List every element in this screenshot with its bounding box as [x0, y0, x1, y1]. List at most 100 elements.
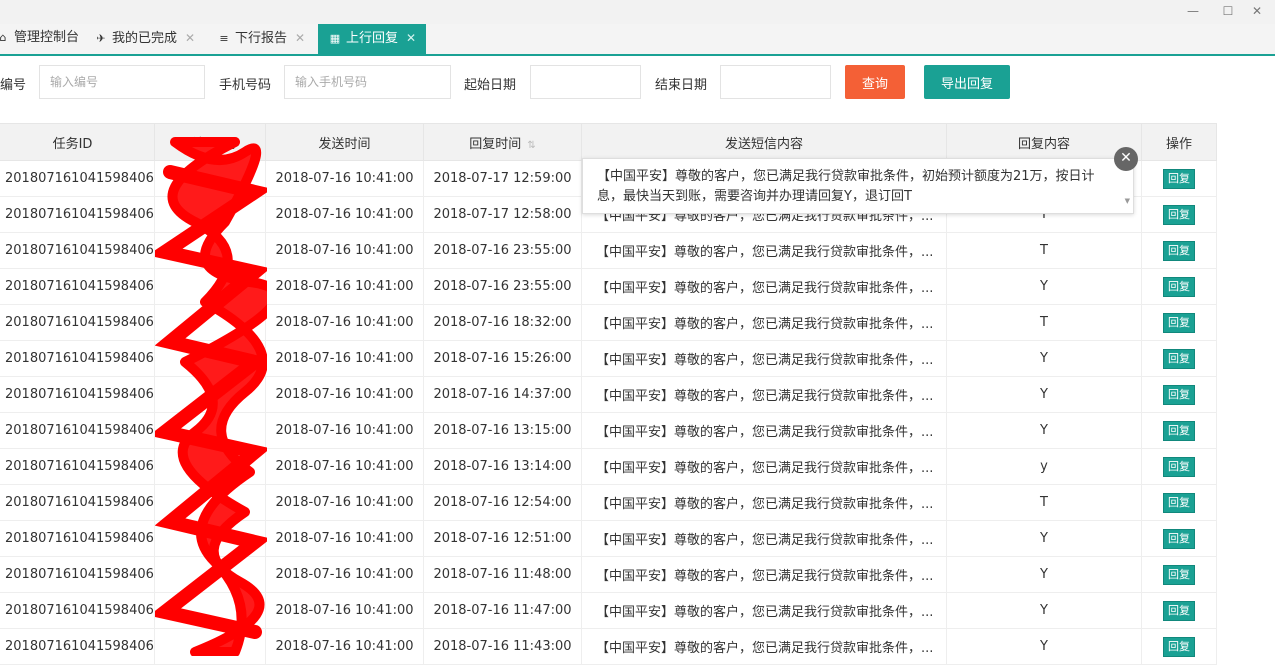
- column-header-phone[interactable]: 手机号码: [154, 123, 266, 161]
- sent-time-cell: 2018-07-16 10:41:00: [265, 160, 424, 197]
- phone-cell: [154, 520, 266, 557]
- tab-uplink-reply[interactable]: ▦ 上行回复 ✕: [318, 24, 427, 54]
- task-id-cell: 201807161041598406: [0, 520, 155, 557]
- reply-button[interactable]: 回复: [1163, 600, 1195, 621]
- reply-time-cell: 2018-07-16 23:55:00: [423, 268, 582, 305]
- phone-input[interactable]: [284, 65, 451, 99]
- table-row[interactable]: 201807161041598406 2018-07-16 10:41:00 201…: [0, 556, 1217, 593]
- column-header-action: 操作: [1141, 123, 1217, 161]
- id-input[interactable]: [39, 65, 205, 99]
- action-cell: 回复: [1141, 340, 1217, 377]
- task-id-cell: 201807161041598406: [0, 304, 155, 341]
- table-row[interactable]: 201807161041598406 2018-07-16 10:41:00 201…: [0, 340, 1217, 377]
- table-row[interactable]: 201807161041598406 2018-07-16 10:41:00 201…: [0, 592, 1217, 629]
- phone-cell: [154, 340, 266, 377]
- sms-content-cell: 【中国平安】尊敬的客户，您已满足我行贷款审批条件，...: [581, 448, 947, 485]
- column-header-sent-time[interactable]: 发送时间: [265, 123, 424, 161]
- phone-cell: [154, 376, 266, 413]
- table-body: 201807161041598406 2018-07-16 10:41:00 201…: [0, 160, 1217, 665]
- reply-button[interactable]: 回复: [1163, 312, 1195, 333]
- table-row[interactable]: 201807161041598406 2018-07-16 10:41:00 201…: [0, 268, 1217, 305]
- tab-label: 管理控制台: [14, 30, 80, 45]
- reply-button[interactable]: 回复: [1163, 204, 1195, 225]
- start-date-input[interactable]: [530, 65, 641, 99]
- table-row[interactable]: 201807161041598406 2018-07-16 10:41:00 201…: [0, 628, 1217, 665]
- reply-content-cell: Y: [946, 340, 1142, 377]
- sent-time-cell: 2018-07-16 10:41:00: [265, 268, 424, 305]
- sent-time-cell: 2018-07-16 10:41:00: [265, 628, 424, 665]
- sent-time-cell: 2018-07-16 10:41:00: [265, 592, 424, 629]
- reply-button[interactable]: 回复: [1163, 240, 1195, 261]
- phone-cell: [154, 304, 266, 341]
- sent-time-cell: 2018-07-16 10:41:00: [265, 340, 424, 377]
- reply-content-cell: y: [946, 448, 1142, 485]
- action-cell: 回复: [1141, 628, 1217, 665]
- sort-icon[interactable]: ⇅: [527, 140, 535, 151]
- tab-dashboard[interactable]: ⌂ 管理控制台: [0, 24, 79, 54]
- sms-content-cell: 【中国平安】尊敬的客户，您已满足我行贷款审批条件，...: [581, 268, 947, 305]
- reply-button[interactable]: 回复: [1163, 168, 1195, 189]
- reply-button[interactable]: 回复: [1163, 492, 1195, 513]
- sms-content-cell: 【中国平安】尊敬的客户，您已满足我行贷款审批条件，...: [581, 376, 947, 413]
- column-header-label: 回复时间: [469, 136, 522, 152]
- reply-time-cell: 2018-07-16 12:51:00: [423, 520, 582, 557]
- send-icon: ✈: [96, 32, 106, 45]
- column-header-sms-content[interactable]: 发送短信内容: [581, 123, 947, 161]
- sent-time-cell: 2018-07-16 10:41:00: [265, 484, 424, 521]
- reply-button[interactable]: 回复: [1163, 420, 1195, 441]
- table-icon: ▦: [329, 32, 341, 45]
- export-replies-button[interactable]: 导出回复: [924, 65, 1010, 99]
- reply-button[interactable]: 回复: [1163, 528, 1195, 549]
- task-id-cell: 201807161041598406: [0, 340, 155, 377]
- action-cell: 回复: [1141, 484, 1217, 521]
- scroll-down-icon[interactable]: ▼: [1125, 191, 1130, 211]
- table-row[interactable]: 201807161041598406 2018-07-16 10:41:00 201…: [0, 448, 1217, 485]
- action-cell: 回复: [1141, 448, 1217, 485]
- reply-button[interactable]: 回复: [1163, 456, 1195, 477]
- reply-time-cell: 2018-07-17 12:59:00: [423, 160, 582, 197]
- table-row[interactable]: 201807161041598406 2018-07-16 10:41:00 201…: [0, 304, 1217, 341]
- maximize-icon[interactable]: ☐: [1213, 0, 1243, 24]
- reply-time-cell: 2018-07-16 23:55:00: [423, 232, 582, 269]
- table-row[interactable]: 201807161041598406 2018-07-16 10:41:00 201…: [0, 376, 1217, 413]
- reply-button[interactable]: 回复: [1163, 564, 1195, 585]
- sent-time-cell: 2018-07-16 10:41:00: [265, 196, 424, 233]
- close-icon[interactable]: ✕: [1114, 147, 1138, 171]
- reply-time-cell: 2018-07-16 13:14:00: [423, 448, 582, 485]
- reply-content-cell: T: [946, 484, 1142, 521]
- action-cell: 回复: [1141, 160, 1217, 197]
- reply-button[interactable]: 回复: [1163, 636, 1195, 657]
- task-id-cell: 201807161041598406: [0, 628, 155, 665]
- end-date-label: 结束日期: [655, 78, 708, 93]
- task-id-cell: 201807161041598406: [0, 556, 155, 593]
- column-header-reply-content[interactable]: 回复内容: [946, 123, 1142, 161]
- close-window-icon[interactable]: ✕: [1242, 0, 1272, 24]
- table-row[interactable]: 201807161041598406 2018-07-16 10:41:00 201…: [0, 412, 1217, 449]
- tab-downlink-report[interactable]: ≡ 下行报告 ✕: [217, 24, 305, 54]
- reply-button[interactable]: 回复: [1163, 276, 1195, 297]
- task-id-cell: 201807161041598406: [0, 196, 155, 233]
- close-icon[interactable]: ✕: [185, 31, 195, 45]
- reply-button[interactable]: 回复: [1163, 348, 1195, 369]
- sms-content-cell: 【中国平安】尊敬的客户，您已满足我行贷款审批条件，...: [581, 412, 947, 449]
- tab-completed[interactable]: ✈ 我的已完成 ✕: [94, 24, 195, 54]
- close-icon[interactable]: ✕: [295, 31, 305, 45]
- tab-label: 我的已完成: [112, 31, 178, 46]
- query-button[interactable]: 查询: [845, 65, 905, 99]
- table-row[interactable]: 201807161041598406 2018-07-16 10:41:00 201…: [0, 484, 1217, 521]
- end-date-input[interactable]: [720, 65, 831, 99]
- action-cell: 回复: [1141, 376, 1217, 413]
- column-header-reply-time[interactable]: 回复时间 ⇅: [423, 123, 582, 161]
- sms-content-cell: 【中国平安】尊敬的客户，您已满足我行贷款审批条件，...: [581, 340, 947, 377]
- phone-cell: [154, 160, 266, 197]
- sent-time-cell: 2018-07-16 10:41:00: [265, 556, 424, 593]
- reply-button[interactable]: 回复: [1163, 384, 1195, 405]
- minimize-icon[interactable]: —: [1178, 0, 1208, 24]
- close-icon[interactable]: ✕: [406, 31, 416, 45]
- table-row[interactable]: 201807161041598406 2018-07-16 10:41:00 201…: [0, 520, 1217, 557]
- sms-content-cell: 【中国平安】尊敬的客户，您已满足我行贷款审批条件，...: [581, 628, 947, 665]
- column-header-task-id[interactable]: 任务ID: [0, 123, 155, 161]
- task-id-cell: 201807161041598406: [0, 592, 155, 629]
- task-id-cell: 201807161041598406: [0, 268, 155, 305]
- table-row[interactable]: 201807161041598406 2018-07-16 10:41:00 201…: [0, 232, 1217, 269]
